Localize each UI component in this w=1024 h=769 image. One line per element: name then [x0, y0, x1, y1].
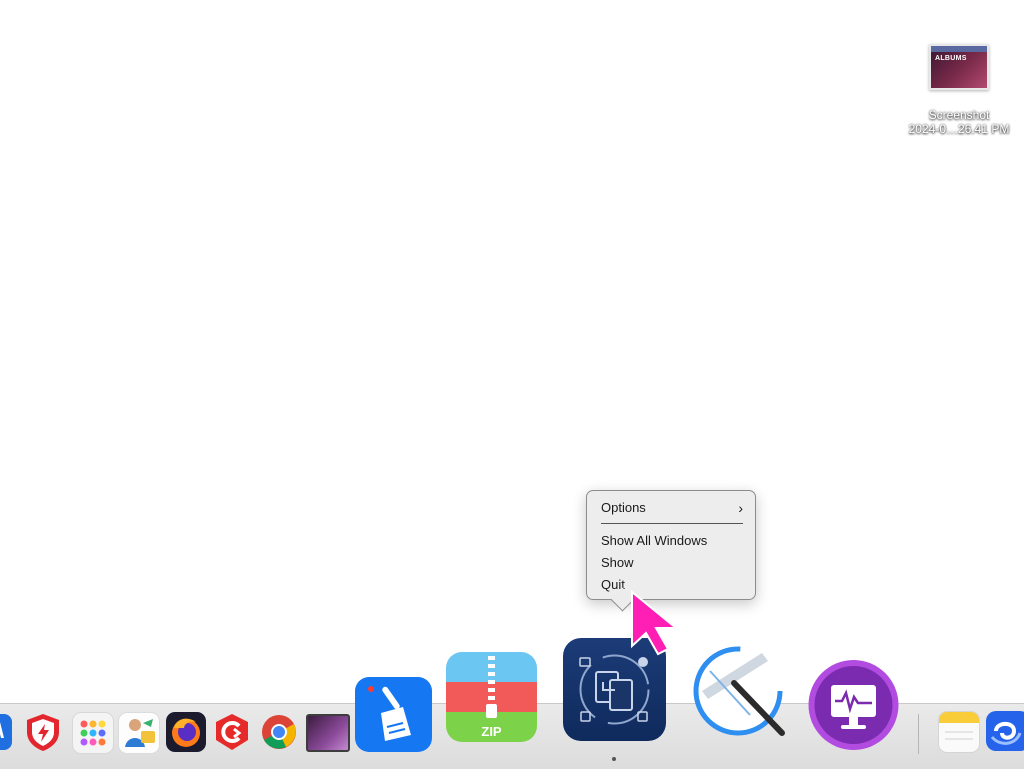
mouse-pointer-icon	[628, 589, 684, 656]
dock-divider	[918, 714, 919, 754]
file-thumbnail: ALBUMS	[929, 44, 989, 90]
screenshot-preview-icon[interactable]	[306, 714, 350, 752]
chevron-right-icon: ›	[738, 500, 743, 516]
menu-item-options-label: Options	[601, 500, 646, 515]
antivirus-shield-icon[interactable]	[23, 712, 63, 752]
menu-item-show-all-windows[interactable]: Show All Windows	[601, 533, 743, 549]
wave-app-icon[interactable]	[986, 711, 1024, 751]
menu-item-show[interactable]: Show	[601, 555, 743, 571]
menu-separator	[601, 523, 743, 524]
desktop: ALBUMS Screenshot 2024-0…26.41 PM Option…	[0, 0, 1024, 769]
file-name-line2: 2024-0…26.41 PM	[908, 122, 1010, 136]
file-name-line1: Screenshot	[928, 108, 990, 122]
broom-cleaner-icon[interactable]	[355, 677, 432, 752]
svg-text:ZIP: ZIP	[481, 724, 502, 739]
notes-icon[interactable]	[938, 711, 980, 753]
xcode-icon[interactable]	[0, 712, 14, 752]
file-name: Screenshot 2024-0…26.41 PM	[898, 108, 1020, 136]
desktop-file-screenshot[interactable]: ALBUMS Screenshot 2024-0…26.41 PM	[898, 44, 1020, 136]
zip-archive-icon[interactable]: ZIP	[446, 652, 537, 742]
menu-item-options[interactable]: Options ›	[601, 500, 743, 516]
running-indicator	[612, 757, 616, 761]
activity-monitor-icon[interactable]	[806, 659, 901, 751]
character-app-icon[interactable]	[118, 712, 160, 754]
firefox-icon[interactable]	[166, 712, 206, 752]
thumbnail-text: ALBUMS	[935, 55, 967, 62]
launchpad-icon[interactable]	[72, 712, 114, 754]
red-c-app-icon[interactable]	[212, 712, 252, 752]
dock-context-menu: Options › Show All Windows Show Quit	[586, 490, 756, 600]
squeegee-cleaner-icon[interactable]	[690, 641, 794, 745]
chrome-icon[interactable]	[259, 712, 299, 752]
